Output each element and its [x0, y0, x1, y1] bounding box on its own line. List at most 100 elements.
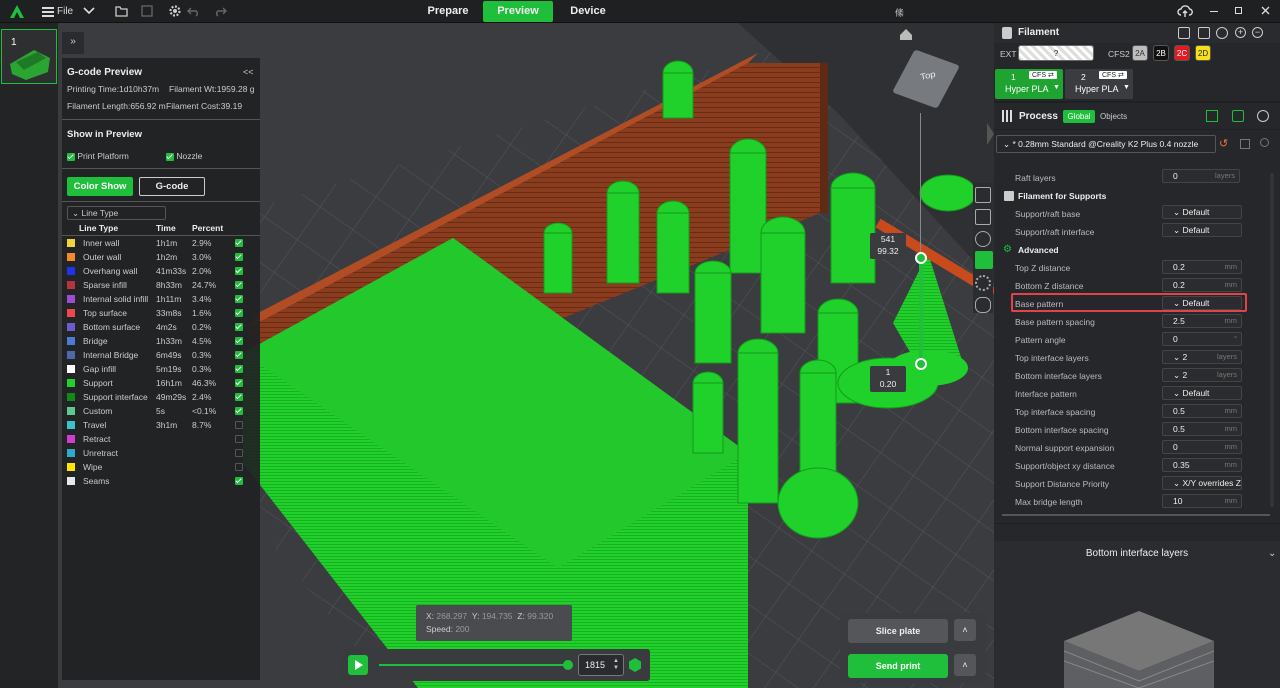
- support-interface-select[interactable]: ⌄ Default: [1162, 223, 1242, 237]
- cfs-slot[interactable]: 2C: [1174, 45, 1190, 61]
- setting-input[interactable]: 0.2 mm: [1162, 278, 1242, 292]
- settings-scrollbar[interactable]: [1270, 173, 1274, 507]
- line-type-row[interactable]: Gap infill 5m19s 0.3%: [67, 362, 257, 376]
- visibility-checkbox[interactable]: [235, 379, 243, 387]
- send-print-button[interactable]: Send print: [848, 654, 948, 678]
- setting-input[interactable]: 0.2 mm: [1162, 260, 1242, 274]
- layers-view-icon[interactable]: [975, 187, 991, 203]
- line-type-row[interactable]: Inner wall 1h1m 2.9%: [67, 236, 257, 250]
- edit-filament-icon[interactable]: [1216, 27, 1228, 39]
- home-icon[interactable]: [899, 28, 913, 41]
- line-type-row[interactable]: Bottom surface 4m2s 0.2%: [67, 320, 257, 334]
- stepper-arrows-icon[interactable]: ▲ ▼: [613, 658, 619, 672]
- color-show-button[interactable]: Color Show: [67, 177, 133, 196]
- visibility-checkbox[interactable]: [235, 337, 243, 345]
- ext-slot[interactable]: ?: [1018, 45, 1094, 61]
- setting-input[interactable]: 0.5 mm: [1162, 404, 1242, 418]
- search-icon[interactable]: [1260, 138, 1269, 147]
- setting-input[interactable]: 10 mm: [1162, 494, 1242, 508]
- save-preset-icon[interactable]: [1240, 139, 1250, 149]
- support-base-select[interactable]: ⌄ Default: [1162, 205, 1242, 219]
- visibility-checkbox[interactable]: [235, 449, 243, 457]
- visibility-checkbox[interactable]: [235, 323, 243, 331]
- close-icon[interactable]: [1261, 6, 1270, 15]
- filament-settings-icon[interactable]: [1198, 27, 1210, 39]
- line-type-row[interactable]: Wipe: [67, 460, 257, 474]
- objects-toggle[interactable]: Objects: [1100, 112, 1127, 121]
- cloud-upload-icon[interactable]: [1177, 3, 1193, 18]
- minimize-icon[interactable]: [1210, 11, 1218, 12]
- line-type-row[interactable]: Sparse infill 8h33m 24.7%: [67, 278, 257, 292]
- visibility-checkbox[interactable]: [235, 267, 243, 275]
- collapse-help-icon[interactable]: ⌄: [1268, 548, 1276, 559]
- setting-input[interactable]: 0 °: [1162, 332, 1242, 346]
- settings-gear-icon[interactable]: [975, 275, 991, 291]
- tab-prepare[interactable]: Prepare: [412, 1, 484, 22]
- file-menu[interactable]: File: [57, 6, 73, 17]
- playback-handle[interactable]: [563, 660, 573, 670]
- setting-combo[interactable]: ⌄ 2 layers: [1162, 368, 1242, 382]
- line-type-row[interactable]: Internal solid infill 1h11m 3.4%: [67, 292, 257, 306]
- visibility-checkbox[interactable]: [235, 365, 243, 373]
- undo-icon[interactable]: [187, 5, 201, 17]
- plate-thumbnail[interactable]: 1: [1, 29, 57, 84]
- support-paint-icon[interactable]: [975, 251, 993, 269]
- line-type-row[interactable]: Bridge 1h33m 4.5%: [67, 334, 257, 348]
- setting-input[interactable]: 0.5 mm: [1162, 422, 1242, 436]
- line-type-row[interactable]: Retract: [67, 432, 257, 446]
- visibility-checkbox[interactable]: [235, 351, 243, 359]
- horizontal-scrollbar[interactable]: [1002, 514, 1270, 516]
- line-type-row[interactable]: Seams: [67, 474, 257, 488]
- line-type-row[interactable]: Support 16h1m 46.3%: [67, 376, 257, 390]
- visibility-checkbox[interactable]: [235, 295, 243, 303]
- tab-preview[interactable]: Preview: [483, 1, 553, 22]
- cube-view-icon[interactable]: [629, 658, 641, 672]
- nozzle-checkbox[interactable]: Nozzle: [166, 151, 202, 161]
- layer-slider-bottom-handle[interactable]: [915, 358, 927, 370]
- visibility-checkbox[interactable]: [235, 253, 243, 261]
- setting-select[interactable]: ⌄ Default: [1162, 386, 1242, 400]
- setting-input[interactable]: 2.5 mm: [1162, 314, 1242, 328]
- cfs-slot[interactable]: 2D: [1195, 45, 1211, 61]
- slice-options-button[interactable]: ˄: [954, 619, 976, 641]
- line-type-row[interactable]: Outer wall 1h2m 3.0%: [67, 250, 257, 264]
- visibility-checkbox[interactable]: [235, 435, 243, 443]
- gear-icon[interactable]: [168, 4, 182, 18]
- sync-icon[interactable]: [1178, 27, 1190, 39]
- cfs-slot[interactable]: 2B: [1153, 45, 1169, 61]
- gcode-button[interactable]: G-code: [139, 177, 205, 196]
- cfs-slot[interactable]: 2A: [1132, 45, 1148, 61]
- redo-icon[interactable]: [213, 5, 227, 17]
- collapse-panel-button[interactable]: <<: [243, 67, 254, 77]
- visibility-checkbox[interactable]: [235, 463, 243, 471]
- line-type-select[interactable]: ⌄ Line Type: [67, 206, 166, 220]
- advanced-view-icon[interactable]: [1232, 110, 1244, 122]
- compare-icon[interactable]: [1257, 110, 1269, 122]
- expand-sidebar-button[interactable]: »: [62, 32, 84, 54]
- save-icon[interactable]: [141, 5, 153, 17]
- visibility-checkbox[interactable]: [235, 421, 243, 429]
- line-type-row[interactable]: Custom 5s <0.1%: [67, 404, 257, 418]
- list-view-icon[interactable]: [1206, 110, 1218, 122]
- menu-icon[interactable]: [42, 5, 54, 17]
- open-folder-icon[interactable]: [115, 5, 128, 17]
- visibility-checkbox[interactable]: [235, 309, 243, 317]
- speed-gauge-icon[interactable]: [975, 231, 991, 247]
- global-toggle[interactable]: Global: [1063, 110, 1095, 123]
- visibility-checkbox[interactable]: [235, 407, 243, 415]
- reset-icon[interactable]: ↺: [1219, 137, 1228, 150]
- add-filament-icon[interactable]: +: [1235, 27, 1246, 38]
- line-type-row[interactable]: Travel 3h1m 8.7%: [67, 418, 257, 432]
- setting-input[interactable]: 0 mm: [1162, 440, 1242, 454]
- tab-device[interactable]: Device: [556, 1, 620, 22]
- filament-dropdown-icon[interactable]: ▼: [1123, 84, 1130, 91]
- maximize-icon[interactable]: [1235, 7, 1242, 14]
- chevron-down-icon[interactable]: [83, 6, 95, 16]
- line-type-row[interactable]: Top surface 33m8s 1.6%: [67, 306, 257, 320]
- grid-view-icon[interactable]: [975, 209, 991, 225]
- layer-slider-top-handle[interactable]: [915, 252, 927, 264]
- line-type-row[interactable]: Overhang wall 41m33s 2.0%: [67, 264, 257, 278]
- process-preset-select[interactable]: ⌄ * 0.28mm Standard @Creality K2 Plus 0.…: [996, 135, 1216, 153]
- raft-layers-input[interactable]: 0 layers: [1162, 169, 1240, 183]
- setting-combo[interactable]: ⌄ 2 layers: [1162, 350, 1242, 364]
